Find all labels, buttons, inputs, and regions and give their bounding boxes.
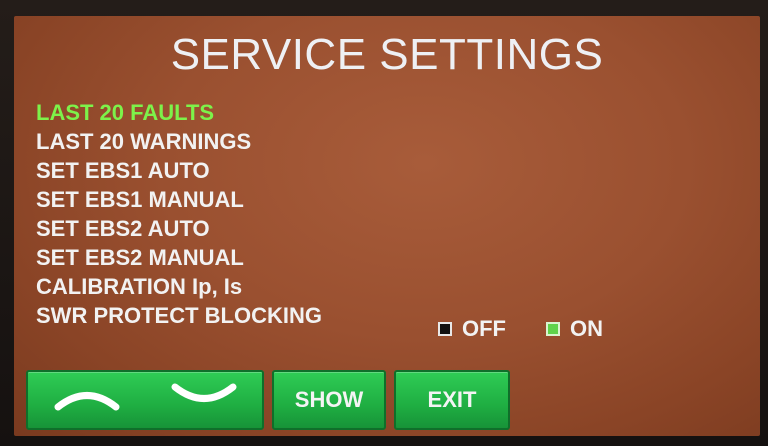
off-checkbox[interactable]	[438, 321, 452, 336]
off-label: OFF	[462, 315, 506, 341]
menu-item-set-ebs1-auto[interactable]: SET EBS1 AUTO	[36, 156, 322, 185]
chevron-up-icon[interactable]	[52, 382, 122, 418]
chevron-down-icon[interactable]	[169, 382, 239, 418]
on-checkbox[interactable]	[546, 321, 560, 336]
menu-item-set-ebs1-manual[interactable]: SET EBS1 MANUAL	[36, 185, 322, 214]
swr-protect-toggle: OFF ON	[438, 314, 643, 343]
service-menu: LAST 20 FAULTS LAST 20 WARNINGS SET EBS1…	[36, 98, 322, 330]
page-title: SERVICE SETTINGS	[170, 30, 604, 79]
show-button[interactable]: SHOW	[272, 370, 386, 430]
on-label: ON	[570, 315, 603, 341]
navigation-button[interactable]	[26, 370, 264, 430]
menu-item-set-ebs2-auto[interactable]: SET EBS2 AUTO	[36, 214, 322, 243]
menu-item-swr-protect-blocking[interactable]: SWR PROTECT BLOCKING	[36, 301, 322, 330]
exit-button[interactable]: EXIT	[394, 370, 510, 430]
menu-item-last-20-warnings[interactable]: LAST 20 WARNINGS	[36, 127, 322, 156]
swr-on-option[interactable]: ON	[546, 316, 603, 342]
menu-item-set-ebs2-manual[interactable]: SET EBS2 MANUAL	[36, 243, 322, 272]
menu-item-calibration[interactable]: CALIBRATION Ip, Is	[36, 272, 322, 301]
touch-screen: SERVICE SETTINGS LAST 20 FAULTS LAST 20 …	[14, 16, 760, 436]
menu-item-last-20-faults[interactable]: LAST 20 FAULTS	[36, 98, 322, 127]
swr-off-option[interactable]: OFF	[438, 316, 506, 342]
